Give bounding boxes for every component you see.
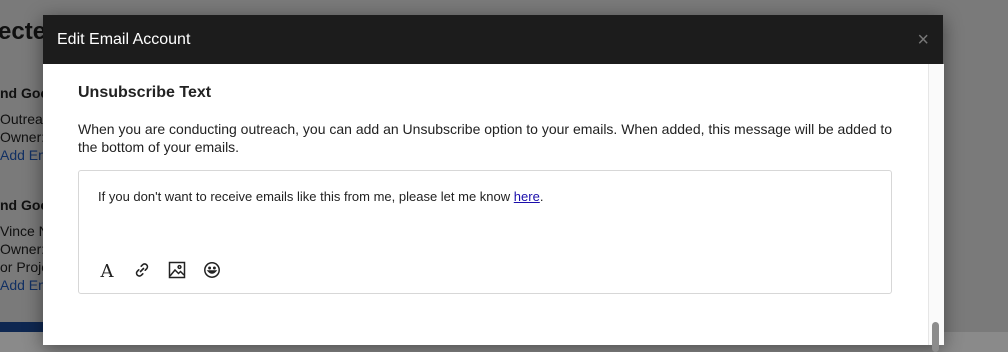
modal-title: Edit Email Account (57, 30, 191, 48)
emoji-icon[interactable] (203, 261, 221, 279)
close-icon[interactable]: × (917, 30, 929, 50)
section-description: When you are conducting outreach, you ca… (78, 121, 893, 155)
image-icon[interactable] (168, 261, 186, 279)
unsubscribe-link[interactable]: here (514, 189, 540, 204)
edit-email-account-modal: Edit Email Account × Unsubscribe Text Wh… (43, 15, 944, 352)
editor-content[interactable]: If you don't want to receive emails like… (98, 189, 543, 204)
unsubscribe-text-editor[interactable]: If you don't want to receive emails like… (78, 170, 892, 294)
editor-text-after: . (539, 189, 544, 204)
section-title: Unsubscribe Text (78, 84, 212, 101)
modal-scrollbar[interactable] (928, 64, 944, 352)
modal-body: Unsubscribe Text When you are conducting… (43, 64, 943, 294)
modal-header: Edit Email Account × (43, 15, 943, 64)
link-icon[interactable] (133, 261, 151, 279)
svg-text:A: A (100, 261, 115, 279)
scrollbar-thumb[interactable] (932, 322, 939, 352)
editor-text-before: If you don't want to receive emails like… (98, 189, 514, 204)
editor-toolbar: A (98, 261, 221, 279)
text-format-icon[interactable]: A (98, 261, 116, 279)
